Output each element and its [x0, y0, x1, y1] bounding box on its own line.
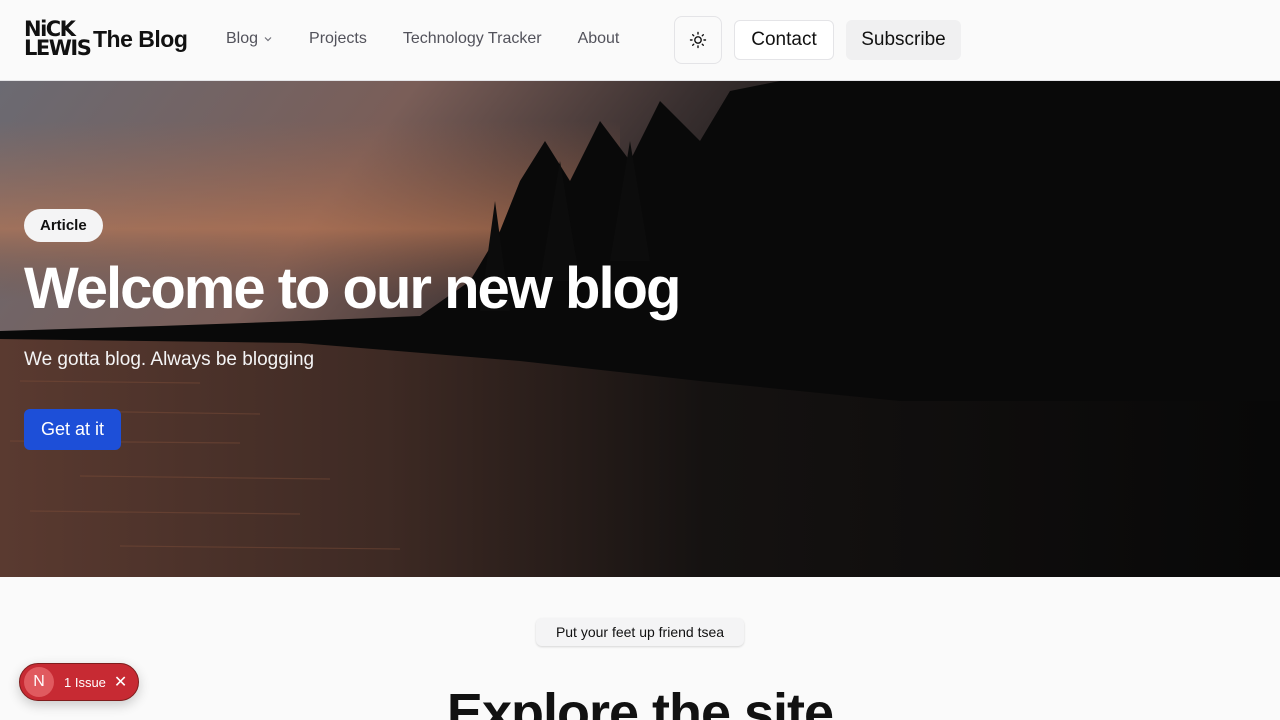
main-nav: Blog Projects Technology Tracker About: [226, 30, 655, 48]
site-header: NiCK LEWIS The Blog Blog Projects Techno…: [0, 0, 1280, 81]
contact-button[interactable]: Contact: [734, 20, 834, 60]
close-icon[interactable]: ✕: [114, 672, 127, 692]
hero-title: Welcome to our new blog: [24, 256, 681, 321]
nav-item-label: Blog: [226, 30, 259, 47]
nav-item-label: Technology Tracker: [402, 30, 542, 47]
nav-item-label: About: [577, 30, 620, 47]
nav-item-blog[interactable]: Blog: [226, 30, 273, 48]
hero-subtitle: We gotta blog. Always be blogging: [24, 349, 315, 370]
hero-background-image: [0, 81, 1280, 577]
issue-toast[interactable]: N 1 Issue ✕: [19, 663, 139, 701]
subscribe-button[interactable]: Subscribe: [846, 20, 961, 60]
nav-item-projects[interactable]: Projects: [309, 30, 367, 48]
nextjs-icon: N: [24, 667, 54, 697]
get-at-it-button[interactable]: Get at it: [24, 409, 121, 450]
issue-count[interactable]: 1 Issue: [64, 675, 106, 690]
logo-line-2: LEWIS: [24, 36, 92, 60]
nav-item-label: Projects: [309, 30, 367, 47]
hero-section: Article Welcome to our new blog We gotta…: [0, 81, 1280, 577]
section-heading: Explore the site: [446, 683, 834, 720]
site-title[interactable]: The Blog: [93, 26, 188, 53]
theme-toggle-button[interactable]: [674, 16, 722, 64]
tagline-pill: Put your feet up friend tsea: [536, 618, 744, 646]
chevron-down-icon: [264, 37, 272, 42]
sun-icon: [689, 31, 707, 49]
logo[interactable]: NiCK LEWIS: [24, 19, 92, 60]
nav-item-technology-tracker[interactable]: Technology Tracker: [403, 30, 542, 48]
article-badge: Article: [24, 209, 103, 242]
nav-item-about[interactable]: About: [578, 30, 620, 48]
